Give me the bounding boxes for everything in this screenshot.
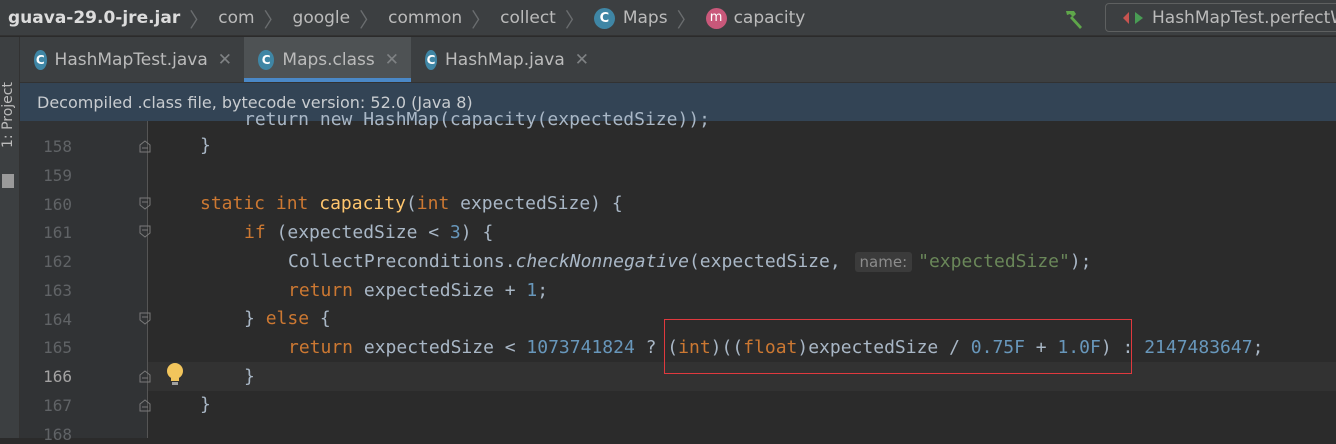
line-number: 168 <box>43 425 72 444</box>
method-icon: m <box>705 7 727 29</box>
project-tool-label[interactable]: 1: Project <box>0 82 16 148</box>
highlight-box <box>664 319 1132 374</box>
class-icon: C <box>258 49 275 70</box>
breadcrumb-item-maps[interactable]: Maps <box>623 8 668 28</box>
breadcrumb-item-common[interactable]: common <box>388 8 462 28</box>
parameter-hint: name: <box>854 252 913 272</box>
breadcrumb-separator: 〉 <box>471 7 492 32</box>
line-number: 159 <box>43 166 72 185</box>
run-configuration-selector[interactable]: HashMapTest.perfectW <box>1105 3 1336 32</box>
class-icon: C <box>593 7 615 29</box>
class-icon: C <box>425 49 438 70</box>
line-number: 162 <box>43 252 72 271</box>
tab-hashmaptest[interactable]: C HashMapTest.java ✕ <box>20 37 244 82</box>
breadcrumb-item-collect[interactable]: collect <box>500 8 556 28</box>
navigation-bar: guava-29.0-jre.jar 〉 com 〉 google 〉 comm… <box>0 0 1336 36</box>
code-line-167: } <box>200 394 211 415</box>
code-line-164: } else { <box>244 308 331 329</box>
line-number: 158 <box>43 137 72 156</box>
breadcrumb-separator: 〉 <box>189 7 210 32</box>
fold-icon[interactable] <box>139 197 151 211</box>
fold-icon[interactable] <box>139 225 151 239</box>
code-line-163: return expectedSize + 1; <box>288 280 549 301</box>
project-tool-strip[interactable]: 1: Project <box>0 37 20 438</box>
line-number: 164 <box>43 310 72 329</box>
lightbulb-icon[interactable] <box>164 362 186 386</box>
tab-label: HashMap.java <box>445 49 565 70</box>
close-icon[interactable]: ✕ <box>218 50 232 70</box>
breadcrumb-item-com[interactable]: com <box>218 8 254 28</box>
breadcrumb: guava-29.0-jre.jar 〉 com 〉 google 〉 comm… <box>8 0 805 36</box>
code-line-160: static int capacity(int expectedSize) { <box>200 193 623 214</box>
line-number: 163 <box>43 281 72 300</box>
fold-icon[interactable] <box>139 312 151 326</box>
code-line-158: } <box>200 135 211 156</box>
tab-hashmap[interactable]: C HashMap.java ✕ <box>411 37 601 82</box>
close-icon[interactable]: ✕ <box>385 50 399 70</box>
breadcrumb-separator: 〉 <box>359 7 380 32</box>
tab-label: HashMapTest.java <box>54 49 208 70</box>
line-number: 165 <box>43 338 72 357</box>
breadcrumb-separator: 〉 <box>676 7 697 32</box>
folder-icon <box>2 174 14 188</box>
partially-scrolled-code-line: return new HashMap(capacity(expectedSize… <box>244 110 710 130</box>
breadcrumb-item-google[interactable]: google <box>293 8 351 28</box>
line-number-current: 166 <box>43 367 72 386</box>
banner-text: Decompiled .class file, bytecode version… <box>37 92 473 112</box>
line-number: 167 <box>43 396 72 415</box>
breadcrumb-item-capacity[interactable]: capacity <box>734 8 806 28</box>
hammer-icon[interactable] <box>1062 6 1086 30</box>
run-config-icon <box>1123 11 1143 24</box>
editor-tabs: C HashMapTest.java ✕ C Maps.class ✕ C Ha… <box>20 37 1336 83</box>
code-line-162: CollectPreconditions.checkNonnegative(ex… <box>288 251 1092 272</box>
fold-icon[interactable] <box>139 369 151 383</box>
line-number: 161 <box>43 223 72 242</box>
code-line-161: if (expectedSize < 3) { <box>244 222 494 243</box>
breadcrumb-item-jar[interactable]: guava-29.0-jre.jar <box>8 8 180 28</box>
tab-maps-class[interactable]: C Maps.class ✕ <box>244 37 411 82</box>
breadcrumb-separator: 〉 <box>263 7 284 32</box>
class-icon: C <box>34 49 47 70</box>
line-number: 160 <box>43 195 72 214</box>
run-config-label: HashMapTest.perfectW <box>1152 7 1336 28</box>
fold-icon[interactable] <box>139 398 151 412</box>
breadcrumb-separator: 〉 <box>564 7 585 32</box>
fold-icon[interactable] <box>139 139 151 153</box>
close-icon[interactable]: ✕ <box>575 50 589 70</box>
code-line-166: } <box>244 366 255 387</box>
tab-label: Maps.class <box>282 49 375 70</box>
